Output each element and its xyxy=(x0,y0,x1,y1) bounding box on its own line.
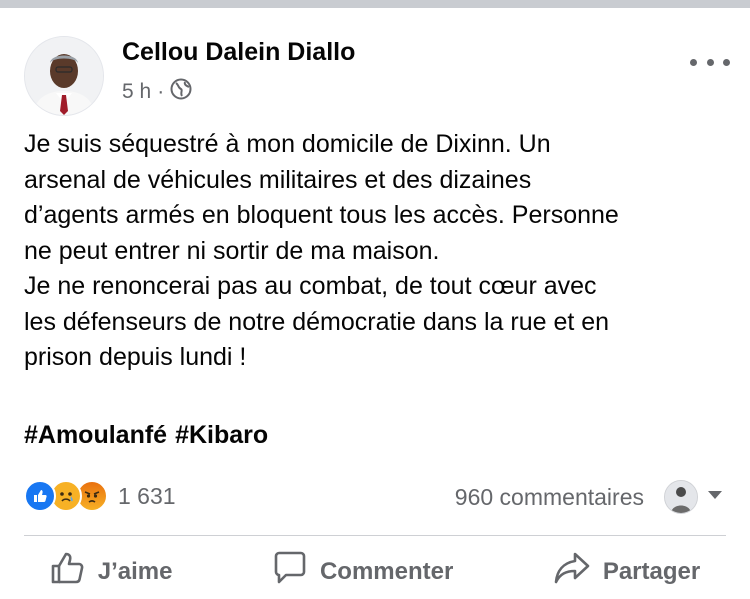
comments-summary[interactable]: 960 commentaires xyxy=(455,480,724,514)
post-text-line: d’agents armés en bloquent tous les accè… xyxy=(24,201,619,229)
comment-button[interactable]: Commenter xyxy=(272,551,453,592)
like-icon xyxy=(24,480,56,512)
more-options-icon[interactable] xyxy=(690,52,730,72)
post-card: Cellou Dalein Diallo 5 h · Je suis séque… xyxy=(0,8,750,591)
comments-count[interactable]: 960 commentaires xyxy=(455,484,644,511)
hashtags: #Amoulanfé #Kibaro xyxy=(24,421,268,450)
divider xyxy=(24,535,726,536)
viewer-avatar[interactable] xyxy=(664,480,698,514)
post-text-line: arsenal de véhicules militaires et des d… xyxy=(24,165,532,194)
share-button[interactable]: Partager xyxy=(553,551,700,592)
post-text-line: les défenseurs de notre démocratie dans … xyxy=(24,307,610,336)
author-avatar[interactable] xyxy=(24,36,104,116)
post-time[interactable]: 5 h xyxy=(122,80,151,104)
comment-bubble-icon xyxy=(272,551,308,592)
post-text-line: ne peut entrer ni sortir de ma maison. xyxy=(24,236,440,265)
comment-label: Commenter xyxy=(319,557,454,585)
post-text-line: Je ne renoncerai pas au combat, de tout … xyxy=(24,272,597,300)
reaction-count: 1 631 xyxy=(118,482,176,509)
top-separator-bar xyxy=(0,0,750,8)
chevron-down-icon[interactable] xyxy=(706,488,724,506)
meta-separator: · xyxy=(157,80,165,103)
share-arrow-icon xyxy=(553,551,591,592)
thumbs-up-icon xyxy=(50,551,86,592)
hashtag-link[interactable]: #Amoulanfé xyxy=(24,421,167,450)
globe-icon xyxy=(170,78,192,106)
like-label: J’aime xyxy=(97,557,173,585)
author-name[interactable]: Cellou Dalein Diallo xyxy=(122,38,355,67)
post-text-line: prison depuis lundi ! xyxy=(24,343,247,371)
post-text-line: Je suis séquestré à mon domicile de Dixi… xyxy=(24,130,551,158)
post-text: Je suis séquestré à mon domicile de Dixi… xyxy=(24,127,724,376)
share-label: Partager xyxy=(602,557,701,585)
hashtag-link[interactable]: #Kibaro xyxy=(175,421,268,450)
like-button[interactable]: J’aime xyxy=(50,551,173,592)
reactions-summary[interactable]: 1 631 xyxy=(24,480,176,512)
post-meta: 5 h · xyxy=(122,78,192,106)
